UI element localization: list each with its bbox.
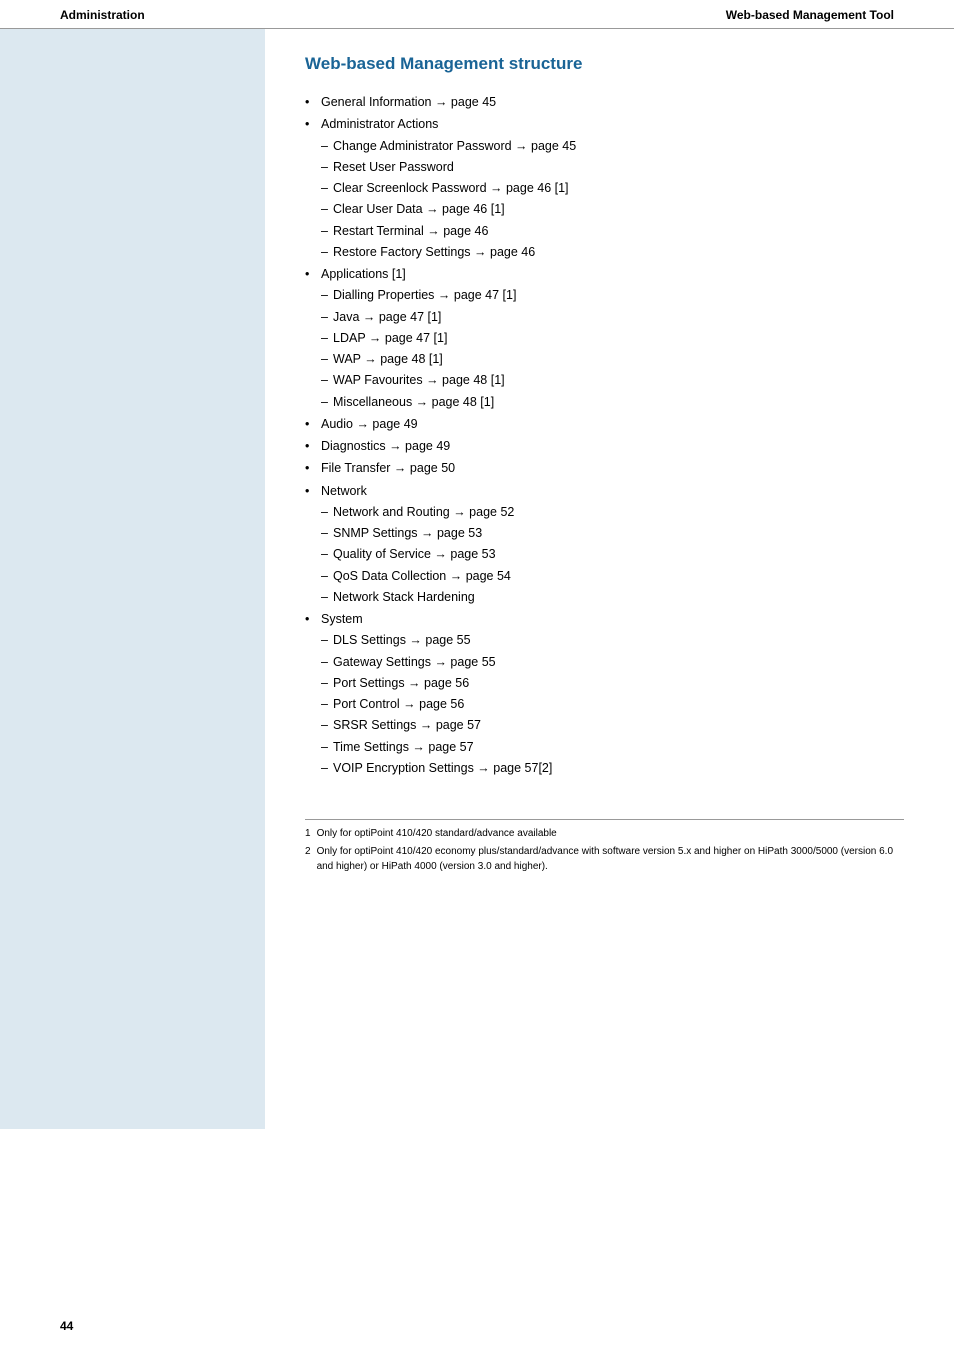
sub-list: Change Administrator Password → page 45R… xyxy=(321,136,904,264)
sub-list-item: Reset User Password xyxy=(321,157,904,178)
header: Administration Web-based Management Tool xyxy=(0,0,954,29)
page: Administration Web-based Management Tool… xyxy=(0,0,954,1351)
sub-list-item: Restart Terminal → page 46 xyxy=(321,221,904,242)
sub-list-item: Time Settings → page 57 xyxy=(321,737,904,758)
sub-list-item: SNMP Settings → page 53 xyxy=(321,523,904,544)
sub-list-item: Dialling Properties → page 47 [1] xyxy=(321,285,904,306)
sub-list-item: QoS Data Collection → page 54 xyxy=(321,566,904,587)
sub-list-item: Change Administrator Password → page 45 xyxy=(321,136,904,157)
list-item: Network Network and Routing → page 52SNMP… xyxy=(305,481,904,609)
sub-list: Network and Routing → page 52SNMP Settin… xyxy=(321,502,904,608)
sub-list-item: Gateway Settings → page 55 xyxy=(321,652,904,673)
header-right: Web-based Management Tool xyxy=(726,8,894,22)
sub-list-item: Network Stack Hardening xyxy=(321,587,904,608)
sub-list-item: Port Control → page 56 xyxy=(321,694,904,715)
sub-list-item: WAP Favourites → page 48 [1] xyxy=(321,370,904,391)
list-item: Administrator Actions Change Administrato… xyxy=(305,114,904,263)
sub-list-item: Clear Screenlock Password → page 46 [1] xyxy=(321,178,904,199)
sub-list-item: WAP → page 48 [1] xyxy=(321,349,904,370)
sub-list-item: Miscellaneous → page 48 [1] xyxy=(321,392,904,413)
sub-list-item: Restore Factory Settings → page 46 xyxy=(321,242,904,263)
footnote-text: Only for optiPoint 410/420 standard/adva… xyxy=(317,826,557,841)
sidebar xyxy=(0,29,265,1129)
sub-list-item: Java → page 47 [1] xyxy=(321,307,904,328)
footnote: 2Only for optiPoint 410/420 economy plus… xyxy=(305,844,904,874)
sub-list-item: Clear User Data → page 46 [1] xyxy=(321,199,904,220)
page-number: 44 xyxy=(60,1319,73,1333)
list-item: File Transfer → page 50 xyxy=(305,458,904,479)
list-item: Audio → page 49 xyxy=(305,414,904,435)
list-item-label: System xyxy=(321,612,363,626)
page-title: Web-based Management structure xyxy=(305,54,904,74)
list-item: Applications [1] Dialling Properties → pa… xyxy=(305,264,904,413)
footnote: 1 Only for optiPoint 410/420 standard/adv… xyxy=(305,826,904,841)
footnote-text: Only for optiPoint 410/420 economy plus/… xyxy=(317,844,904,874)
footnote-number: 1 xyxy=(305,826,311,841)
list-item-label: Audio → page 49 xyxy=(321,417,418,431)
sub-list-item: Network and Routing → page 52 xyxy=(321,502,904,523)
list-item-label: Network xyxy=(321,484,367,498)
list-item-label: Applications [1] xyxy=(321,267,406,281)
sub-list-item: LDAP → page 47 [1] xyxy=(321,328,904,349)
sub-list-item: SRSR Settings → page 57 xyxy=(321,715,904,736)
header-left: Administration xyxy=(60,8,145,22)
sub-list-item: Port Settings → page 56 xyxy=(321,673,904,694)
list-item-label: Administrator Actions xyxy=(321,117,438,131)
list-item: System DLS Settings → page 55Gateway Sett… xyxy=(305,609,904,779)
content-area: Web-based Management structure General I… xyxy=(0,29,954,1129)
list-item-label: File Transfer → page 50 xyxy=(321,461,455,475)
list-item-label: General Information → page 45 xyxy=(321,95,496,109)
main-content: Web-based Management structure General I… xyxy=(265,29,954,1129)
list-item-label: Diagnostics → page 49 xyxy=(321,439,450,453)
footer-notes: 1 Only for optiPoint 410/420 standard/adv… xyxy=(305,819,904,874)
footnote-number: 2 xyxy=(305,844,311,874)
sub-list-item: VOIP Encryption Settings → page 57[2] xyxy=(321,758,904,779)
list-item: Diagnostics → page 49 xyxy=(305,436,904,457)
structure-list: General Information → page 45 Administrat… xyxy=(305,92,904,779)
list-item: General Information → page 45 xyxy=(305,92,904,113)
sub-list-item: Quality of Service → page 53 xyxy=(321,544,904,565)
sub-list: DLS Settings → page 55Gateway Settings →… xyxy=(321,630,904,779)
sub-list-item: DLS Settings → page 55 xyxy=(321,630,904,651)
sub-list: Dialling Properties → page 47 [1]Java → … xyxy=(321,285,904,413)
